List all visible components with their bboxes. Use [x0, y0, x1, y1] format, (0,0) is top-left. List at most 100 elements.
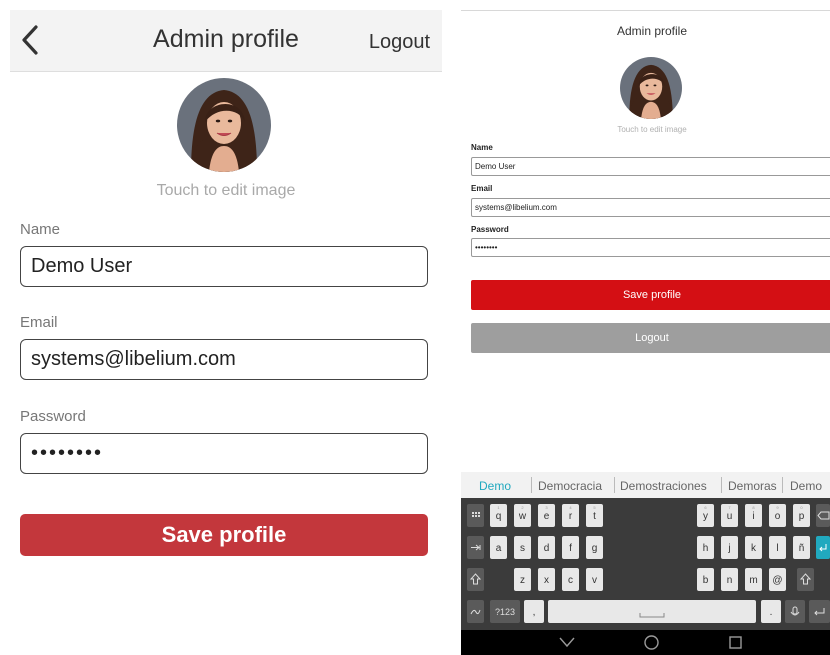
key-n-tilde[interactable]: ñ: [793, 536, 810, 559]
key-c[interactable]: c: [562, 568, 579, 591]
system-navigation-bar: [461, 630, 830, 655]
emoji-grid-key[interactable]: [467, 504, 484, 527]
suggestion-item[interactable]: Demo: [790, 479, 822, 493]
recents-square-icon[interactable]: [728, 635, 743, 650]
suggestion-item[interactable]: Democracia: [538, 479, 602, 493]
suggestion-bar: Demo Democracia Demostraciones Demoras D…: [461, 472, 830, 498]
handwriting-icon: [470, 609, 481, 615]
enter-key-2[interactable]: [809, 600, 830, 623]
symbols-key[interactable]: ?123: [490, 600, 520, 623]
voice-key[interactable]: [785, 600, 805, 623]
key-h[interactable]: h: [697, 536, 714, 559]
key-f[interactable]: f: [562, 536, 579, 559]
logout-button[interactable]: Logout: [471, 323, 830, 353]
key-z[interactable]: z: [514, 568, 531, 591]
key-label: t: [593, 511, 596, 522]
key-x[interactable]: x: [538, 568, 555, 591]
key-j[interactable]: j: [721, 536, 738, 559]
key-v[interactable]: v: [586, 568, 603, 591]
key-k[interactable]: k: [745, 536, 762, 559]
shift-icon: [799, 573, 812, 585]
enter-key[interactable]: [816, 536, 830, 559]
name-label: Name: [471, 143, 493, 152]
key-hint: 7: [728, 505, 731, 510]
email-field[interactable]: [20, 339, 428, 380]
key-m[interactable]: m: [745, 568, 762, 591]
key-q[interactable]: 1q: [490, 504, 507, 527]
key-p[interactable]: 0p: [793, 504, 810, 527]
suggestion-item[interactable]: Demo: [479, 479, 511, 493]
handwriting-key[interactable]: [467, 600, 484, 623]
space-icon: [639, 613, 665, 618]
avatar[interactable]: [177, 78, 271, 172]
backspace-key[interactable]: [816, 504, 830, 527]
shift-key-right[interactable]: [797, 568, 814, 591]
key-s[interactable]: s: [514, 536, 531, 559]
key-r[interactable]: 4r: [562, 504, 579, 527]
shift-icon: [469, 573, 482, 585]
password-field[interactable]: [20, 433, 428, 474]
key-label: q: [495, 511, 502, 522]
tab-key[interactable]: [467, 536, 484, 559]
password-label: Password: [20, 408, 86, 425]
key-e[interactable]: 3e: [538, 504, 555, 527]
key-t[interactable]: 5t: [586, 504, 603, 527]
key-a[interactable]: a: [490, 536, 507, 559]
suggestion-divider: [782, 477, 783, 493]
profile-photo: [620, 57, 682, 119]
suggestion-divider: [614, 477, 615, 493]
screenshot: Admin profile Logout Touch to edit image…: [0, 0, 830, 655]
email-label: Email: [471, 184, 493, 193]
key-n[interactable]: n: [721, 568, 738, 591]
password-label: Password: [471, 225, 509, 234]
suggestion-item[interactable]: Demostraciones: [620, 479, 707, 493]
avatar[interactable]: [620, 57, 682, 119]
comma-key[interactable]: ,: [524, 600, 544, 623]
ios-admin-profile-screen: Admin profile Logout Touch to edit image…: [10, 0, 442, 655]
key-label: i: [752, 511, 755, 522]
key-hint: 9: [776, 505, 779, 510]
key-label: y: [703, 511, 708, 522]
avatar-hint: Touch to edit image: [156, 182, 296, 199]
top-divider: [461, 10, 830, 11]
key-i[interactable]: 8i: [745, 504, 762, 527]
key-hint: 2: [521, 505, 524, 510]
email-field[interactable]: [471, 198, 830, 217]
key-label: o: [774, 511, 781, 522]
key-hint: 6: [704, 505, 707, 510]
key-w[interactable]: 2w: [514, 504, 531, 527]
profile-photo: [177, 78, 271, 172]
emoji-grid-icon: [472, 512, 480, 517]
password-field[interactable]: [471, 238, 830, 257]
name-field[interactable]: [20, 246, 428, 287]
key-hint: 8: [752, 505, 755, 510]
save-profile-button[interactable]: Save profile: [20, 514, 428, 556]
name-field[interactable]: [471, 157, 830, 176]
email-label: Email: [20, 314, 58, 331]
shift-key[interactable]: [467, 568, 484, 591]
key-u[interactable]: 7u: [721, 504, 738, 527]
logout-button[interactable]: Logout: [369, 31, 430, 54]
key-y[interactable]: 6y: [697, 504, 714, 527]
save-profile-button[interactable]: Save profile: [471, 280, 830, 310]
key-d[interactable]: d: [538, 536, 555, 559]
key-b[interactable]: b: [697, 568, 714, 591]
key-o[interactable]: 9o: [769, 504, 786, 527]
key-hint: 1: [497, 505, 500, 510]
soft-keyboard: Demo Democracia Demostraciones Demoras D…: [461, 472, 830, 630]
home-circle-icon[interactable]: [643, 634, 660, 651]
ios-navigation-bar: Admin profile Logout: [10, 10, 442, 72]
suggestion-item[interactable]: Demoras: [728, 479, 777, 493]
key-label: r: [568, 511, 573, 522]
key-g[interactable]: g: [586, 536, 603, 559]
key-l[interactable]: l: [769, 536, 786, 559]
key-hint: 3: [545, 505, 548, 510]
tab-icon: [471, 544, 481, 551]
key-label: w: [518, 511, 527, 522]
key-at[interactable]: @: [769, 568, 786, 591]
back-triangle-icon[interactable]: [559, 636, 575, 649]
space-key[interactable]: [548, 600, 756, 623]
enter-icon: [819, 544, 827, 552]
period-key[interactable]: .: [761, 600, 781, 623]
voice-icon: [790, 606, 800, 616]
